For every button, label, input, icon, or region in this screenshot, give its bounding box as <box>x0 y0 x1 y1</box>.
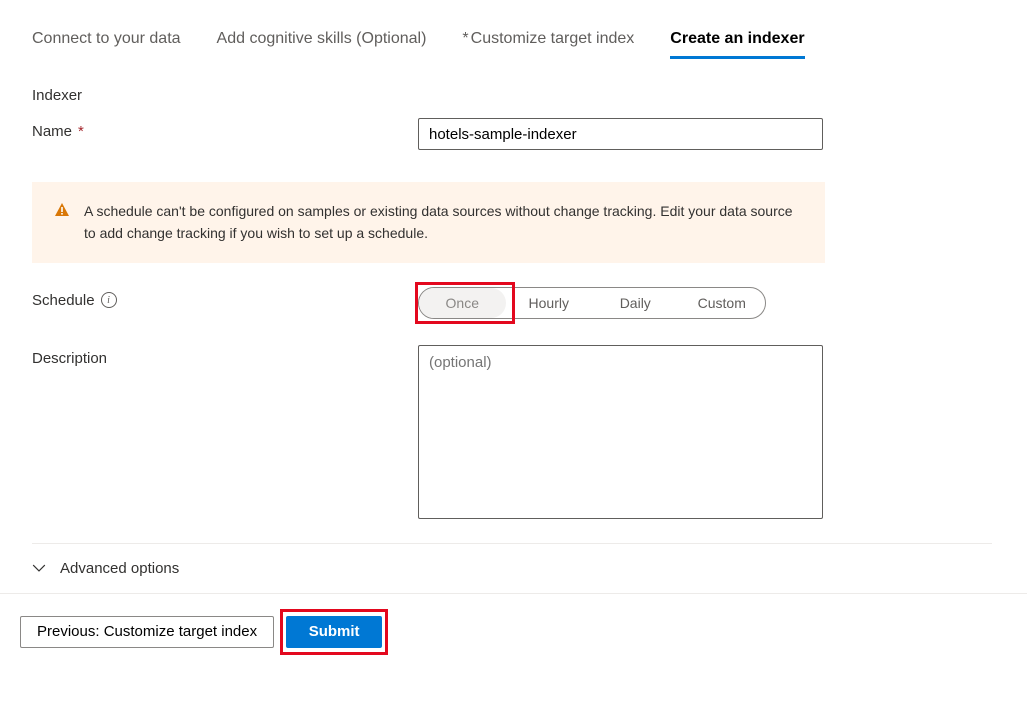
section-heading-indexer: Indexer <box>32 87 995 104</box>
required-indicator: * <box>78 123 84 140</box>
modified-indicator: * <box>462 30 468 47</box>
schedule-selector: Once Hourly Daily Custom <box>418 287 766 319</box>
name-label: Name * <box>32 118 418 140</box>
wizard-footer: Previous: Customize target index Submit <box>0 593 1027 670</box>
schedule-option-custom[interactable]: Custom <box>679 288 766 318</box>
tab-customize-label: Customize target index <box>471 30 635 47</box>
description-input[interactable] <box>418 345 823 519</box>
schedule-option-once[interactable]: Once <box>419 288 506 318</box>
schedule-option-daily[interactable]: Daily <box>592 288 679 318</box>
tab-customize-index[interactable]: *Customize target index <box>462 30 634 59</box>
advanced-options-label: Advanced options <box>60 560 179 577</box>
warning-text: A schedule can't be configured on sample… <box>84 200 803 245</box>
tab-connect-data[interactable]: Connect to your data <box>32 30 181 59</box>
schedule-label: Schedule i <box>32 287 418 309</box>
advanced-options-toggle[interactable]: Advanced options <box>32 543 992 593</box>
tab-create-indexer[interactable]: Create an indexer <box>670 30 804 59</box>
wizard-tabs: Connect to your data Add cognitive skill… <box>32 30 995 59</box>
submit-button[interactable]: Submit <box>286 616 382 648</box>
tab-cognitive-skills[interactable]: Add cognitive skills (Optional) <box>217 30 427 59</box>
schedule-option-hourly[interactable]: Hourly <box>506 288 593 318</box>
warning-icon <box>54 202 70 218</box>
description-label: Description <box>32 345 418 367</box>
chevron-down-icon <box>32 561 46 575</box>
schedule-warning-banner: A schedule can't be configured on sample… <box>32 182 825 263</box>
name-input[interactable] <box>418 118 823 150</box>
previous-button[interactable]: Previous: Customize target index <box>20 616 274 648</box>
info-icon[interactable]: i <box>101 292 117 308</box>
